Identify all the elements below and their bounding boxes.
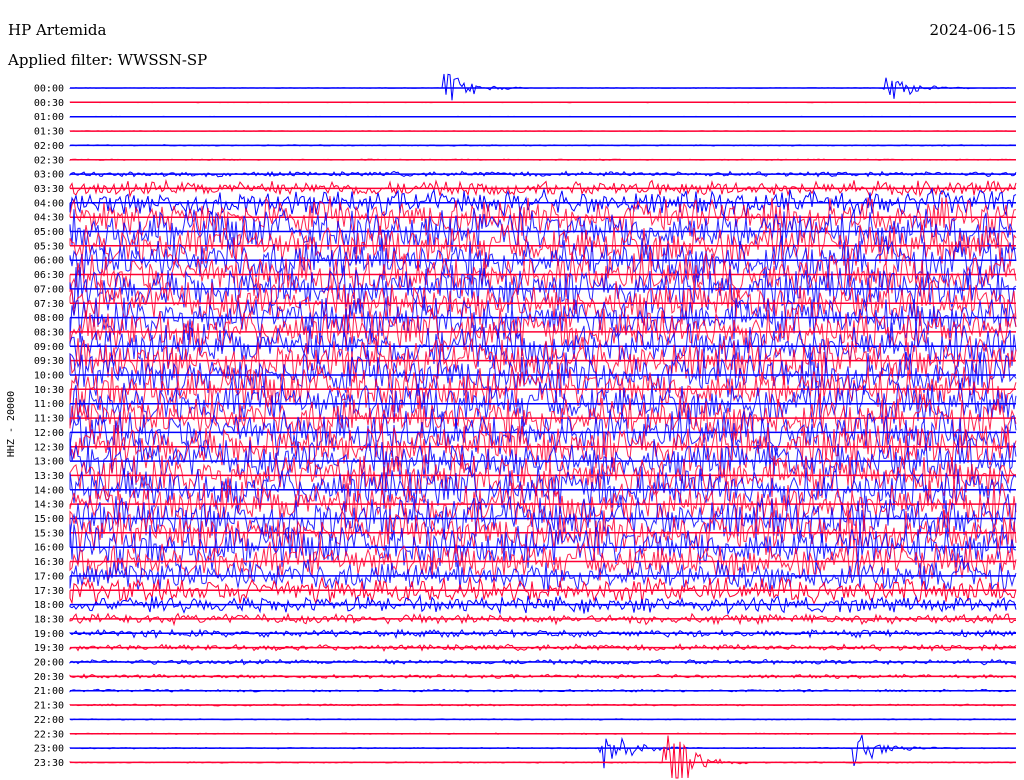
y-tick-label: 20:30 — [34, 672, 64, 683]
y-tick-label: 02:30 — [34, 155, 64, 166]
y-tick-label: 00:30 — [34, 98, 64, 109]
seismic-trace — [69, 222, 1017, 271]
y-tick-label: 22:30 — [34, 729, 64, 740]
helicorder-chart: HP Artemida Applied filter: WWSSN-SP 202… — [6, 21, 1017, 779]
y-tick-label: 11:30 — [34, 414, 64, 425]
y-tick-label: 22:00 — [34, 715, 64, 726]
y-tick-label: 03:00 — [34, 170, 64, 181]
y-tick-label: 13:30 — [34, 471, 64, 482]
y-tick-label: 16:00 — [34, 543, 64, 554]
y-tick-label: 07:30 — [34, 299, 64, 310]
y-tick-label: 04:30 — [34, 213, 64, 224]
station-title: HP Artemida — [8, 21, 106, 39]
trace-layer — [69, 73, 1017, 779]
y-tick-label: 12:00 — [34, 428, 64, 439]
y-tick-label: 10:00 — [34, 371, 64, 382]
y-tick-label: 19:00 — [34, 629, 64, 640]
y-tick-label: 21:00 — [34, 686, 64, 697]
y-tick-label: 14:30 — [34, 500, 64, 511]
y-tick-label: 14:00 — [34, 485, 64, 496]
filter-label: Applied filter: WWSSN-SP — [7, 51, 207, 69]
y-tick-label: 09:00 — [34, 342, 64, 353]
y-tick-label: 01:30 — [34, 127, 64, 138]
date-label: 2024-06-15 — [930, 21, 1016, 39]
channel-label: HHZ - 20000 — [6, 391, 17, 457]
y-tick-label: 21:30 — [34, 701, 64, 712]
y-tick-label: 15:00 — [34, 514, 64, 525]
y-tick-label: 17:30 — [34, 586, 64, 597]
y-tick-label: 05:00 — [34, 227, 64, 238]
tick-label-layer: 00:00 00:30 01:00 01:30 02:00 02:30 03:00 03:30… — [34, 84, 64, 769]
y-tick-label: 09:30 — [34, 356, 64, 367]
y-tick-label: 00:00 — [34, 84, 64, 95]
y-tick-label: 23:30 — [34, 758, 64, 769]
y-tick-label: 16:30 — [34, 557, 64, 568]
y-tick-label: 11:00 — [34, 399, 64, 410]
y-tick-label: 15:30 — [34, 528, 64, 539]
y-tick-label: 19:30 — [34, 643, 64, 654]
y-tick-label: 17:00 — [34, 571, 64, 582]
seismic-trace — [69, 735, 1017, 779]
y-tick-label: 13:00 — [34, 457, 64, 468]
y-tick-label: 08:00 — [34, 313, 64, 324]
y-tick-label: 18:00 — [34, 600, 64, 611]
y-tick-label: 07:00 — [34, 284, 64, 295]
y-tick-label: 12:30 — [34, 442, 64, 453]
y-tick-label: 05:30 — [34, 241, 64, 252]
y-tick-label: 06:30 — [34, 270, 64, 281]
y-tick-label: 08:30 — [34, 327, 64, 338]
seismic-trace — [69, 73, 1016, 101]
y-tick-label: 18:30 — [34, 614, 64, 625]
y-tick-label: 03:30 — [34, 184, 64, 195]
seismic-trace — [69, 734, 1017, 769]
y-tick-label: 10:30 — [34, 385, 64, 396]
y-tick-label: 06:00 — [34, 256, 64, 267]
y-tick-label: 01:00 — [34, 112, 64, 123]
y-tick-label: 20:00 — [34, 658, 64, 669]
y-tick-label: 23:00 — [34, 744, 64, 755]
y-tick-label: 02:00 — [34, 141, 64, 152]
y-tick-label: 04:00 — [34, 198, 64, 209]
